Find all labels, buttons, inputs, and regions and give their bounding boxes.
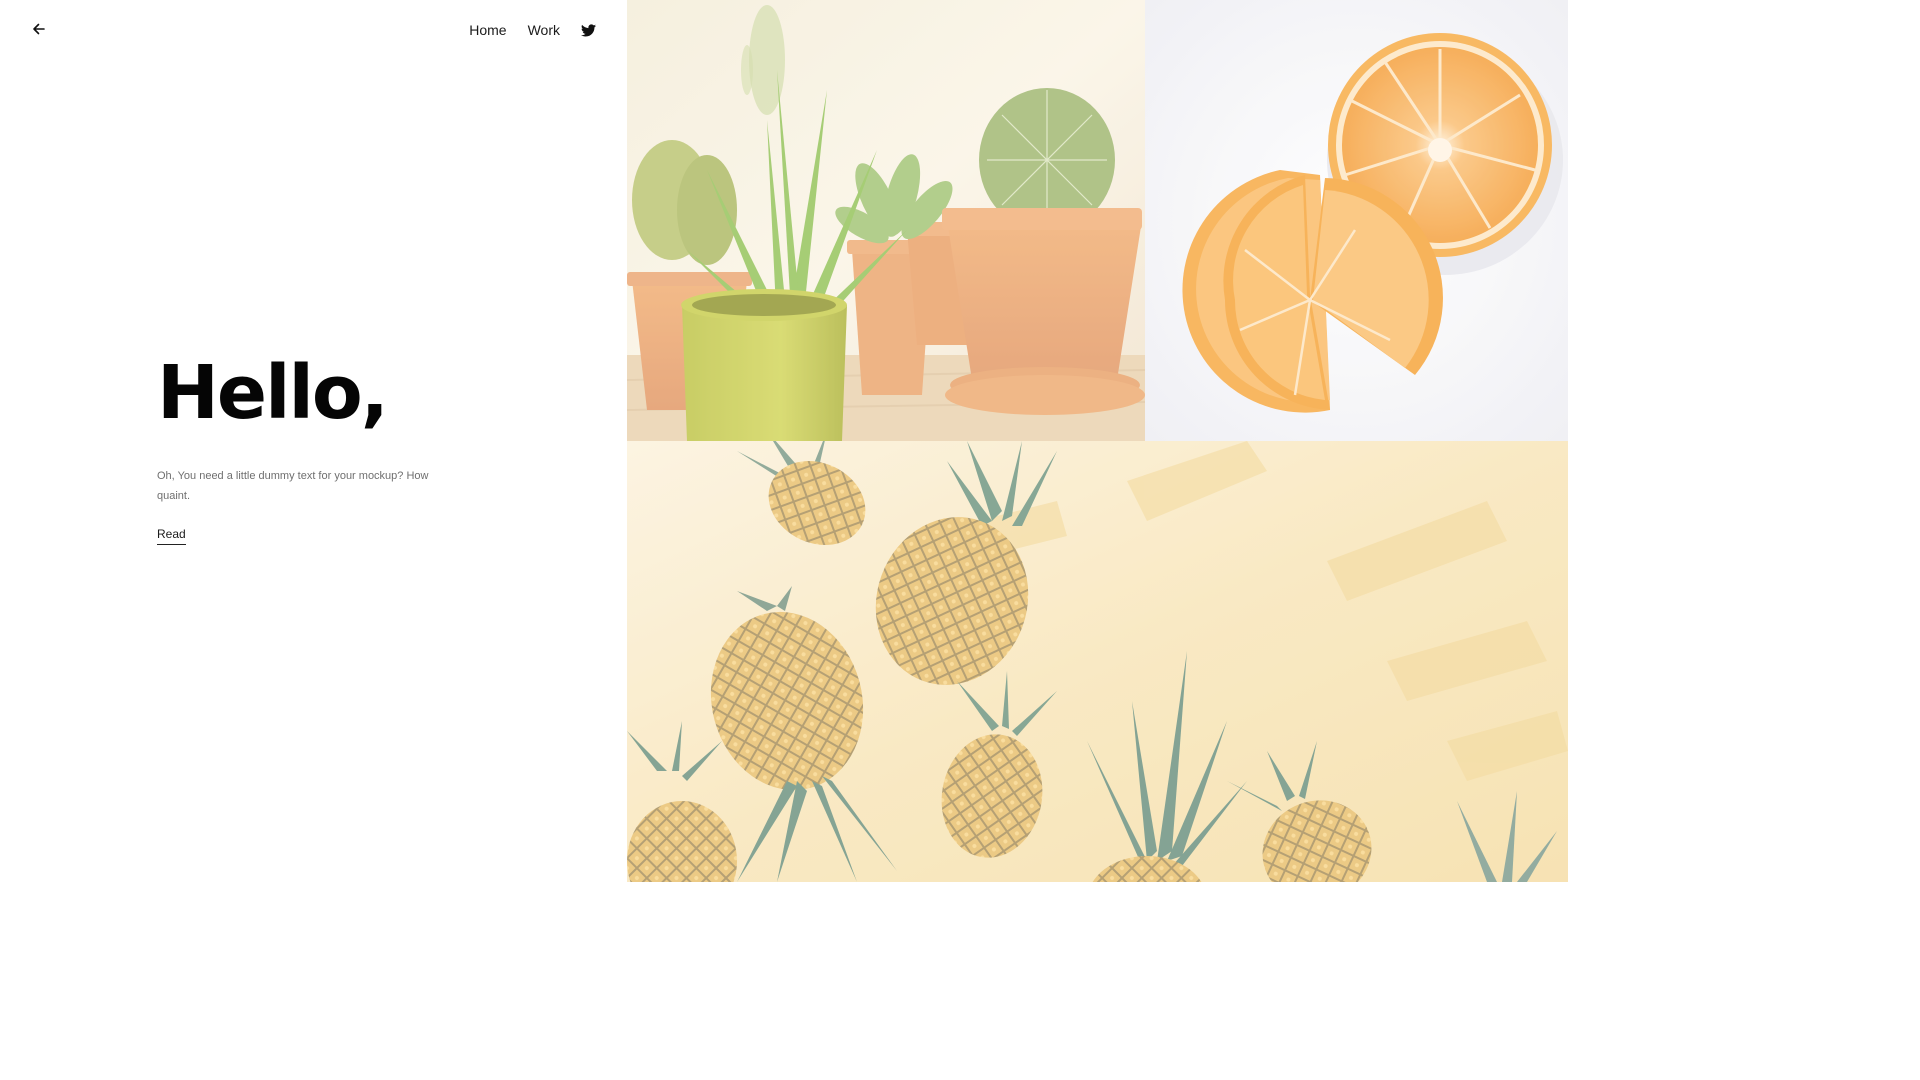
hero-body: Oh, You need a little dummy text for you… [157, 470, 429, 502]
pineapple-photo [627, 441, 1568, 882]
cactus-photo [627, 0, 1145, 441]
back-button[interactable] [30, 20, 48, 38]
arrow-left-icon [33, 23, 45, 35]
read-link[interactable]: Read [157, 527, 186, 545]
page: Home Work Hello, Oh, You need a little d… [0, 0, 1568, 882]
top-nav: Home Work [469, 18, 596, 42]
left-panel: Home Work Hello, Oh, You need a little d… [0, 0, 627, 882]
gallery-image-orange[interactable] [1145, 0, 1568, 441]
gallery-image-pineapples[interactable] [627, 441, 1568, 882]
nav-link-work[interactable]: Work [528, 18, 560, 42]
hero: Hello, Oh, You need a little dummy text … [157, 348, 457, 545]
nav-link-home[interactable]: Home [469, 18, 506, 42]
gallery-image-cactus[interactable] [627, 0, 1145, 441]
orange-photo [1145, 0, 1568, 441]
hero-title: Hello, [157, 350, 389, 436]
twitter-icon[interactable] [581, 23, 596, 37]
